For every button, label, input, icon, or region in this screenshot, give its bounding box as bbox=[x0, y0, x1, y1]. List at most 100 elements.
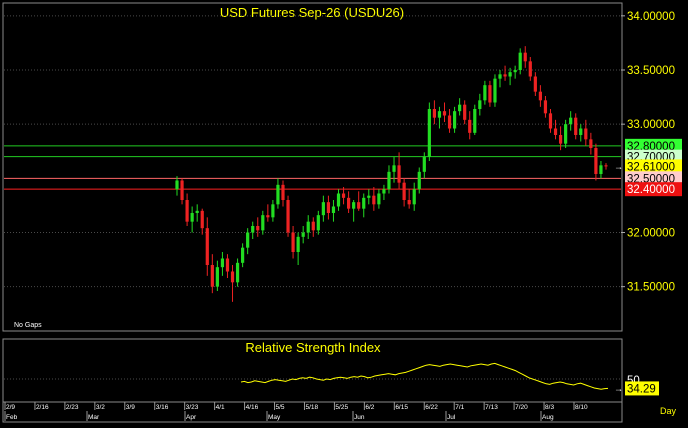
x-tick-label: 8/3 bbox=[545, 404, 554, 411]
x-tick-label: 3/16 bbox=[156, 404, 169, 411]
candle-body bbox=[316, 215, 320, 231]
candle-body bbox=[412, 189, 416, 205]
candle-body bbox=[604, 165, 608, 167]
x-tick-label: 4/16 bbox=[246, 404, 259, 411]
candle-body bbox=[225, 258, 230, 272]
x-tick-label: 5/5 bbox=[276, 404, 285, 411]
candle-body bbox=[437, 111, 442, 118]
candle-body bbox=[463, 104, 467, 120]
candle-body bbox=[392, 165, 396, 172]
candle-body bbox=[447, 115, 452, 129]
x-tick-label: 2/23 bbox=[66, 404, 79, 411]
candle-body bbox=[261, 215, 265, 231]
last-price-arrow-icon: → bbox=[614, 161, 623, 171]
price-tick-label: 33.50000 bbox=[627, 65, 675, 77]
candle bbox=[473, 104, 477, 135]
level-label: 32.40000 bbox=[625, 182, 682, 197]
price-panel bbox=[2, 2, 623, 332]
candle-body bbox=[533, 76, 537, 92]
candle bbox=[493, 74, 497, 107]
x-tick-label: 7/20 bbox=[515, 404, 528, 411]
x-tick-label: 6/2 bbox=[365, 404, 374, 411]
candle-body bbox=[589, 139, 593, 148]
x-tick-label: 6/22 bbox=[425, 404, 438, 411]
candle-body bbox=[241, 247, 245, 263]
x-tick-label: 7/13 bbox=[485, 404, 498, 411]
candle-body bbox=[553, 128, 558, 135]
candle-body bbox=[594, 148, 598, 174]
candle-body bbox=[190, 213, 194, 222]
x-tick-label: 4/1 bbox=[216, 404, 225, 411]
candle-body bbox=[286, 200, 290, 233]
x-tick-label: 3/9 bbox=[126, 404, 135, 411]
rsi-title: Relative Strength Index bbox=[245, 340, 381, 355]
candle-body bbox=[427, 109, 431, 157]
price-tick-label: 32.00000 bbox=[627, 228, 675, 240]
candle-body bbox=[296, 236, 300, 252]
candle-body bbox=[251, 226, 255, 233]
candle-body bbox=[336, 193, 341, 207]
candle-body bbox=[468, 119, 472, 133]
candle-body bbox=[331, 206, 336, 213]
x-month-label: Mar bbox=[88, 414, 100, 421]
x-month-label: Jun bbox=[354, 414, 365, 421]
candle-body bbox=[271, 204, 275, 218]
candle-body bbox=[574, 117, 578, 135]
price-chart-title: USD Futures Sep-26 (USDU26) bbox=[220, 5, 404, 20]
candle-body bbox=[523, 52, 527, 62]
chart-canvas: USD Futures Sep-26 (USDU26) No Gaps 34.0… bbox=[2, 2, 682, 423]
level-label-text: 32.40000 bbox=[627, 184, 675, 196]
candle-body bbox=[417, 171, 421, 190]
candle-body bbox=[483, 85, 487, 101]
candle-body bbox=[518, 52, 522, 70]
candle-body bbox=[579, 128, 583, 135]
candle-body bbox=[397, 165, 401, 183]
candle-body bbox=[311, 221, 315, 231]
candle-body bbox=[352, 202, 356, 209]
candle-body bbox=[558, 135, 563, 144]
price-tick-label: 33.00000 bbox=[627, 119, 675, 131]
candle-body bbox=[230, 271, 235, 283]
rsi-last-value: → 34.29 bbox=[614, 381, 659, 396]
candle bbox=[286, 195, 290, 237]
rsi-last-value-text: 34.29 bbox=[627, 383, 656, 395]
candle-body bbox=[528, 61, 532, 77]
candle-body bbox=[210, 265, 214, 287]
price-tick-label: 34.00000 bbox=[627, 11, 675, 23]
candle-body bbox=[402, 182, 406, 200]
candle-body bbox=[256, 226, 260, 231]
candle-body bbox=[220, 258, 225, 268]
candle-body bbox=[442, 111, 447, 116]
candle-body bbox=[246, 232, 250, 248]
candle-body bbox=[584, 128, 588, 140]
candle-body bbox=[281, 184, 285, 200]
candle-body bbox=[235, 262, 240, 283]
candle-body bbox=[347, 197, 351, 209]
candle-body bbox=[599, 165, 603, 174]
x-tick-label: 7/1 bbox=[455, 404, 464, 411]
candle-body bbox=[513, 70, 517, 73]
candle-body bbox=[321, 202, 325, 216]
candle-body bbox=[362, 197, 366, 209]
candle-body bbox=[215, 267, 219, 287]
candle-body bbox=[422, 156, 426, 172]
candle-body bbox=[367, 195, 371, 198]
candle-body bbox=[387, 171, 391, 190]
candle-body bbox=[276, 184, 280, 205]
candle-body bbox=[357, 202, 361, 209]
candle-body bbox=[326, 202, 331, 213]
candle-body bbox=[377, 193, 381, 205]
x-month-label: Jul bbox=[447, 414, 456, 421]
candle-body bbox=[488, 85, 492, 103]
x-tick-label: 2/9 bbox=[6, 404, 15, 411]
candle-body bbox=[569, 117, 573, 125]
x-tick-label: 5/18 bbox=[305, 404, 318, 411]
candle-body bbox=[548, 113, 553, 129]
x-tick-label: 6/15 bbox=[395, 404, 408, 411]
x-tick-label: 3/23 bbox=[186, 404, 199, 411]
x-month-label: Apr bbox=[186, 414, 197, 421]
candle-body bbox=[498, 74, 502, 79]
candle-body bbox=[180, 180, 184, 200]
candle-body bbox=[503, 74, 507, 77]
no-gaps-note: No Gaps bbox=[14, 322, 42, 329]
